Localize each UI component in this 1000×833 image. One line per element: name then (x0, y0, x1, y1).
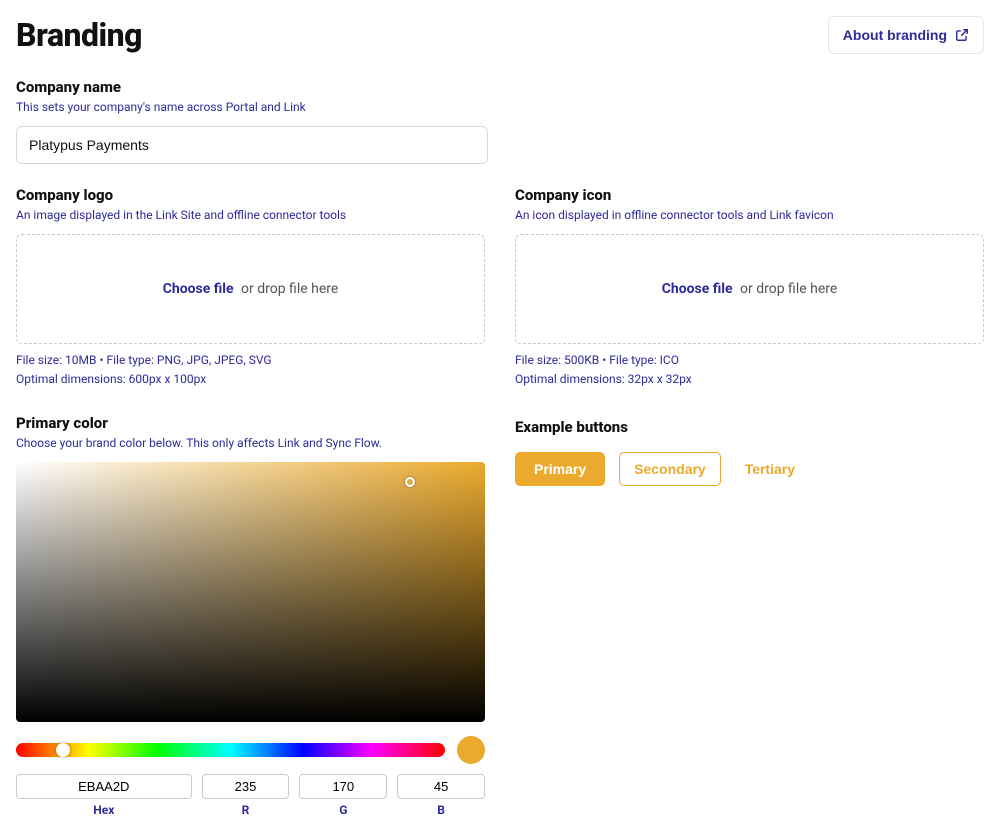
about-branding-button[interactable]: About branding (828, 16, 984, 54)
page-title: Branding (16, 16, 142, 54)
color-hex-input[interactable] (16, 774, 192, 799)
company-icon-help2: Optimal dimensions: 32px x 32px (515, 371, 984, 388)
company-logo-title: Company logo (16, 186, 485, 204)
external-link-icon (955, 28, 969, 42)
example-buttons-title: Example buttons (515, 418, 984, 436)
color-hue-handle[interactable] (56, 743, 70, 757)
company-name-input[interactable] (16, 126, 488, 164)
color-r-input[interactable] (202, 774, 290, 799)
example-tertiary-button[interactable]: Tertiary (739, 460, 801, 478)
company-logo-sub: An image displayed in the Link Site and … (16, 208, 485, 222)
color-swatch (457, 736, 485, 764)
color-g-input[interactable] (299, 774, 387, 799)
company-logo-drop: or drop file here (241, 281, 338, 297)
example-primary-button[interactable]: Primary (515, 452, 605, 486)
company-icon-sub: An icon displayed in offline connector t… (515, 208, 984, 222)
company-icon-drop: or drop file here (740, 281, 837, 297)
about-branding-label: About branding (843, 27, 947, 43)
company-icon-dropzone[interactable]: Choose file or drop file here (515, 234, 984, 344)
company-logo-help2: Optimal dimensions: 600px x 100px (16, 371, 485, 388)
color-hue-slider[interactable] (16, 743, 445, 757)
company-icon-section: Company icon An icon displayed in offlin… (515, 186, 984, 390)
primary-color-title: Primary color (16, 414, 485, 432)
company-logo-dropzone[interactable]: Choose file or drop file here (16, 234, 485, 344)
company-logo-help1: File size: 10MB • File type: PNG, JPG, J… (16, 352, 485, 369)
color-saturation-handle[interactable] (405, 477, 415, 487)
color-saturation-picker[interactable] (16, 462, 485, 722)
example-buttons-section: Example buttons Primary Secondary Tertia… (515, 414, 984, 817)
color-b-input[interactable] (397, 774, 485, 799)
company-logo-section: Company logo An image displayed in the L… (16, 186, 485, 390)
company-name-section: Company name This sets your company's na… (16, 78, 984, 164)
company-name-sub: This sets your company's name across Por… (16, 100, 984, 114)
company-logo-choose: Choose file (163, 281, 234, 297)
company-icon-title: Company icon (515, 186, 984, 204)
primary-color-section: Primary color Choose your brand color be… (16, 414, 485, 817)
company-icon-choose: Choose file (662, 281, 733, 297)
company-name-title: Company name (16, 78, 984, 96)
primary-color-sub: Choose your brand color below. This only… (16, 436, 485, 450)
company-icon-help1: File size: 500KB • File type: ICO (515, 352, 984, 369)
example-secondary-button[interactable]: Secondary (619, 452, 721, 486)
